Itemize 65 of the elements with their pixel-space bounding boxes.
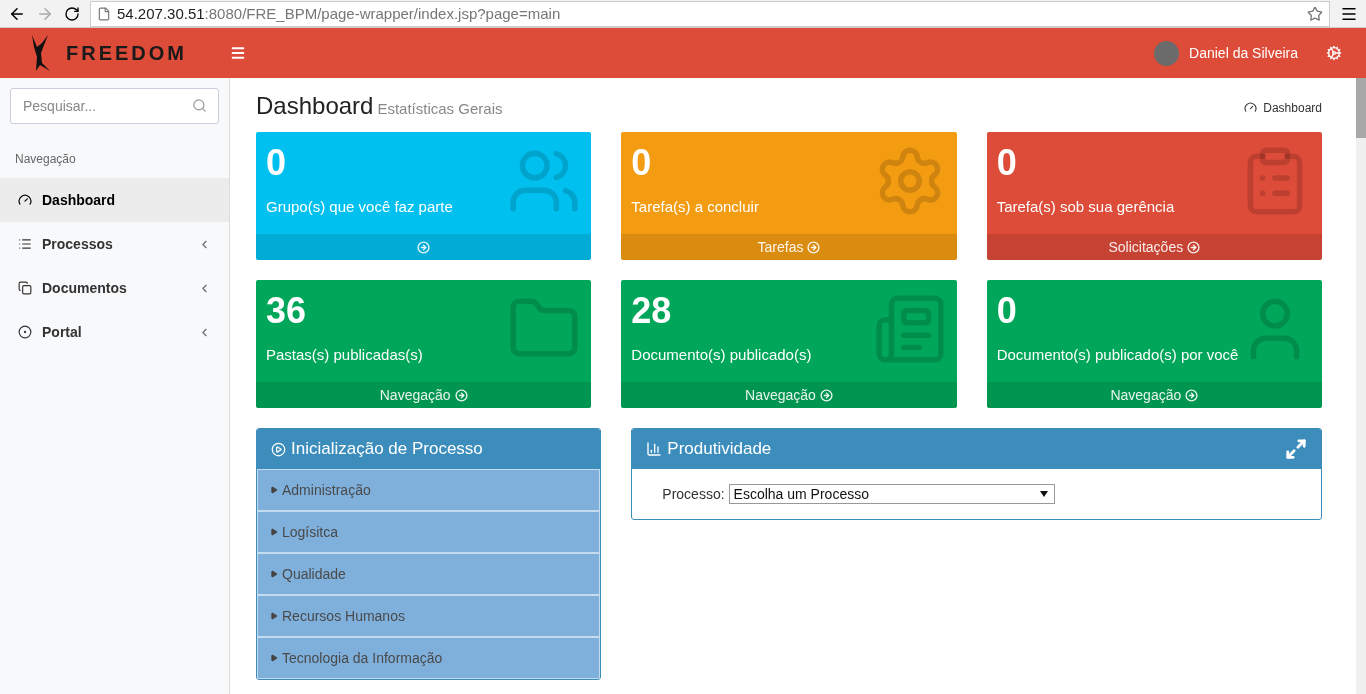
arrow-circle-icon xyxy=(1187,240,1201,254)
play-icon xyxy=(271,441,286,457)
brand-name: FREEDOM xyxy=(66,41,187,65)
gauge-icon xyxy=(1244,101,1258,114)
panel-title: Inicialização de Processo xyxy=(291,439,484,459)
caret-icon xyxy=(270,486,278,494)
copy-icon xyxy=(18,281,32,295)
arrow-circle-icon xyxy=(454,388,468,402)
list-icon xyxy=(18,237,32,251)
stat-label: Pastas(s) publicadas(s) xyxy=(266,346,423,363)
stat-value: 36 xyxy=(266,290,307,332)
user-name[interactable]: Daniel da Silveira xyxy=(1189,45,1298,61)
card-footer-link[interactable]: Navegação xyxy=(621,382,957,408)
search-field[interactable]: Pesquisar... xyxy=(10,88,219,124)
caret-icon xyxy=(270,612,278,620)
field-label: Processo: xyxy=(662,486,725,502)
accordion-item[interactable]: Logísitca xyxy=(257,511,601,553)
sidebar-item[interactable]: Processos xyxy=(0,222,229,266)
gauge-icon xyxy=(18,193,32,207)
stat-value: 0 xyxy=(631,142,652,184)
stat-label: Grupo(s) que você faz parte xyxy=(266,198,453,215)
sidebar-item[interactable]: Documentos xyxy=(0,266,229,310)
sidebar-item[interactable]: Dashboard xyxy=(0,178,229,222)
card-footer-link[interactable]: Navegação xyxy=(256,382,592,408)
caret-icon xyxy=(270,570,278,578)
accordion-item[interactable]: Tecnologia da Informação xyxy=(257,637,601,679)
stat-label: Documento(s) publicado(s) por você xyxy=(996,346,1239,363)
arrow-circle-icon xyxy=(819,388,833,402)
panel-title: Produtividade xyxy=(667,439,773,459)
section-heading: Navegação xyxy=(14,151,77,168)
stat-value: 28 xyxy=(631,290,672,332)
page-icon xyxy=(97,6,111,21)
star-icon[interactable] xyxy=(1307,5,1323,22)
dropdown-caret-icon xyxy=(1039,491,1048,497)
breadcrumb[interactable]: Dashboard xyxy=(1263,100,1322,115)
stat-value: 0 xyxy=(996,290,1017,332)
card-footer-link[interactable]: Navegação xyxy=(986,382,1322,408)
arrow-circle-icon xyxy=(807,240,821,254)
caret-icon xyxy=(270,654,278,662)
page-title: Dashboard xyxy=(256,92,374,120)
chart-icon xyxy=(646,441,663,457)
search-icon[interactable] xyxy=(192,98,207,113)
scrollbar[interactable] xyxy=(1356,78,1366,694)
arrow-circle-icon xyxy=(1185,388,1199,402)
stat-value: 0 xyxy=(266,142,287,184)
url-host: 54.207.30.51 xyxy=(117,5,205,22)
stat-label: Tarefa(s) sob sua gerência xyxy=(996,198,1175,215)
settings-icon[interactable] xyxy=(1326,45,1342,61)
card-footer-link[interactable]: Tarefas xyxy=(621,234,957,260)
url-path: :8080/FRE_BPM/page-wrapper/index.jsp?page=main xyxy=(204,5,561,22)
accordion-item[interactable]: Qualidade xyxy=(257,553,601,595)
expand-icon[interactable] xyxy=(1285,438,1307,460)
arrow-circle-icon xyxy=(417,240,431,254)
process-select[interactable]: Escolha um Processo xyxy=(728,484,1055,504)
reload-icon[interactable] xyxy=(64,5,80,22)
address-bar[interactable]: 54.207.30.51:8080/FRE_BPM/page-wrapper/index.jsp?page=main xyxy=(90,0,1330,27)
stat-label: Documento(s) publicado(s) xyxy=(631,346,812,363)
sidebar-item[interactable]: Portal xyxy=(0,310,229,354)
accordion-item[interactable]: Administração xyxy=(257,469,601,511)
page-subtitle: Estatísticas Gerais xyxy=(377,100,503,117)
stat-value: 0 xyxy=(996,142,1017,184)
stat-label: Tarefa(s) a concluir xyxy=(631,198,759,215)
accordion-item[interactable]: Recursos Humanos xyxy=(257,595,601,637)
card-footer-link[interactable]: Solicitações xyxy=(986,234,1322,260)
caret-icon xyxy=(270,528,278,536)
